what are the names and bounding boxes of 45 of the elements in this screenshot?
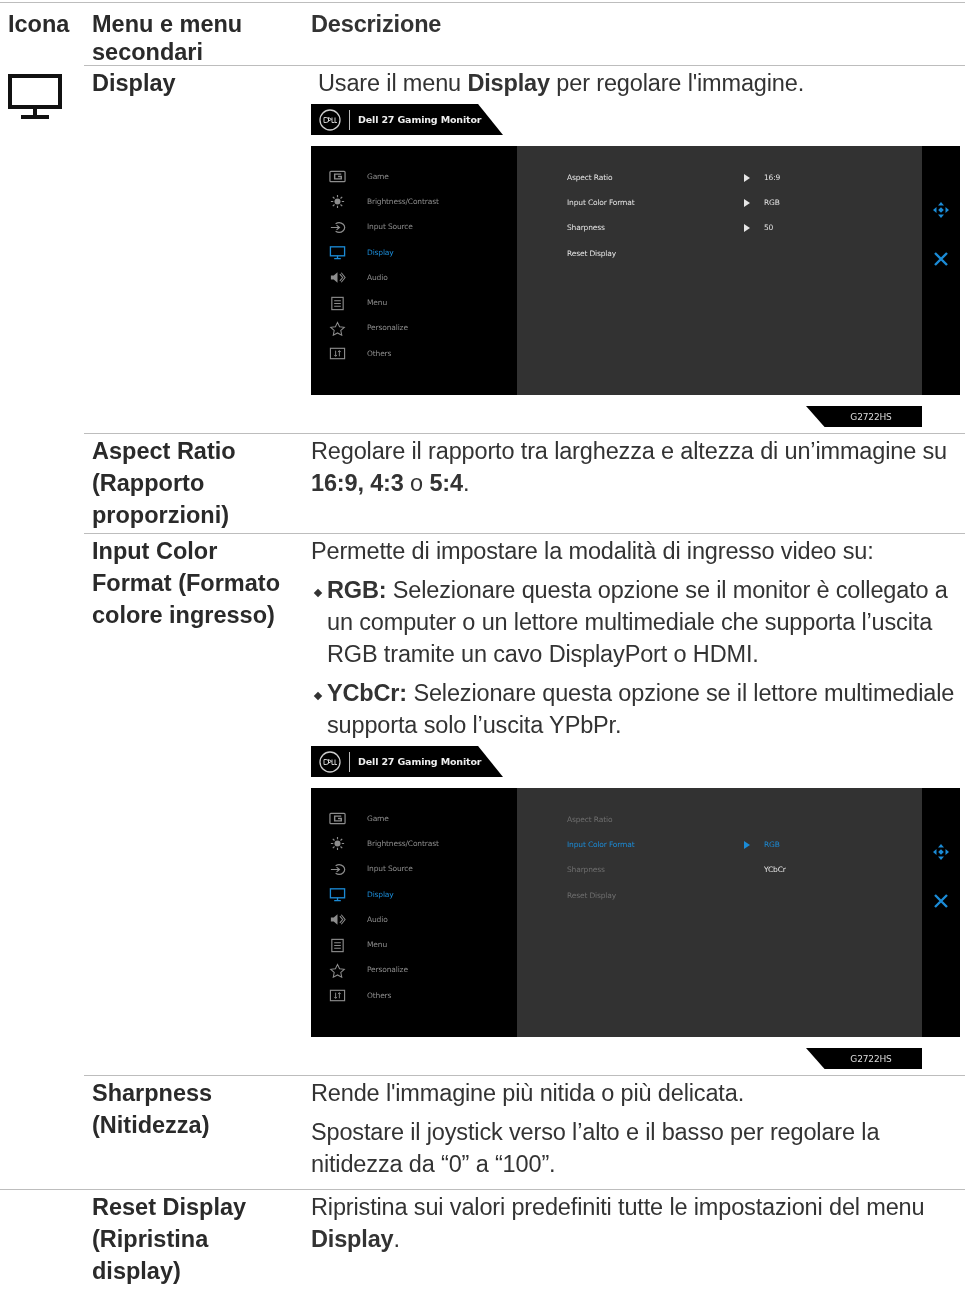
others-icon [329, 988, 346, 1004]
game-icon [329, 811, 346, 827]
column-header: Descrizione [305, 2, 965, 65]
personalize-icon [329, 962, 346, 978]
osd-title: Dell 27 Gaming Monitor [358, 754, 482, 769]
game-icon [329, 169, 346, 185]
menu-name: Input Color Format (Formato colore ingresso) [92, 537, 281, 630]
personalize-icon [329, 320, 346, 336]
bullet-icon [313, 588, 323, 598]
bullet-icon [313, 691, 323, 701]
menu-icon [329, 937, 346, 953]
bullet-text: YCbCr: Selezionare questa opzione se il lettore multimediale supporta solo l’uscita YPbPr. [327, 679, 956, 740]
column-header: Menu e menu secondari [84, 2, 305, 65]
description-text: Spostare il joystick verso l’alto e il basso per regolare la nitidezza da “0” a “100”. [311, 1118, 881, 1179]
menu-name: Display [92, 69, 177, 98]
brightness-icon [329, 836, 346, 852]
column-header: Icona [0, 2, 84, 65]
display-icon [329, 245, 346, 261]
description-text: Usare il menu Display per regolare l'immagine. [317, 69, 806, 98]
audio-icon [329, 270, 346, 286]
logo-icon [319, 108, 341, 131]
audio-icon [329, 912, 346, 928]
bullet-text: RGB: Selezionare questa opzione se il monitor è collegato a un computer o un lettore multimediale che supporta l’uscita RGB tramite un cavo DisplayPort o HDMI. [327, 576, 949, 669]
joystick-icon[interactable] [933, 844, 949, 860]
menu-name: Aspect Ratio (Rapporto proporzioni) [92, 437, 237, 530]
input-icon [329, 861, 346, 877]
others-icon [329, 346, 346, 362]
model-label: G2722HS [806, 1048, 922, 1069]
osd-title: Dell 27 Gaming Monitor [358, 112, 482, 127]
input-icon [329, 219, 346, 235]
menu-name: Reset Display (Ripristina display) [92, 1193, 248, 1286]
description-text: Permette di impostare la modalità di ingresso video su: [311, 537, 875, 566]
joystick-icon[interactable] [933, 202, 949, 218]
logo-icon [319, 750, 341, 773]
description-text: Ripristina sui valori predefiniti tutte le impostazioni del menu Display. [311, 1193, 926, 1254]
menu-name: Sharpness (Nitidezza) [92, 1079, 214, 1140]
brightness-icon [329, 194, 346, 210]
monitor-icon [8, 74, 62, 120]
close-icon[interactable] [934, 252, 948, 266]
close-icon[interactable] [934, 894, 948, 908]
model-label: G2722HS [806, 406, 922, 427]
description-text: Regolare il rapporto tra larghezza e altezza di un’immagine su 16:9, 4:3 o 5:4. [311, 437, 948, 498]
menu-icon [329, 295, 346, 311]
description-text: Rende l'immagine più nitida o più delicata. [311, 1079, 746, 1108]
display-icon [329, 887, 346, 903]
